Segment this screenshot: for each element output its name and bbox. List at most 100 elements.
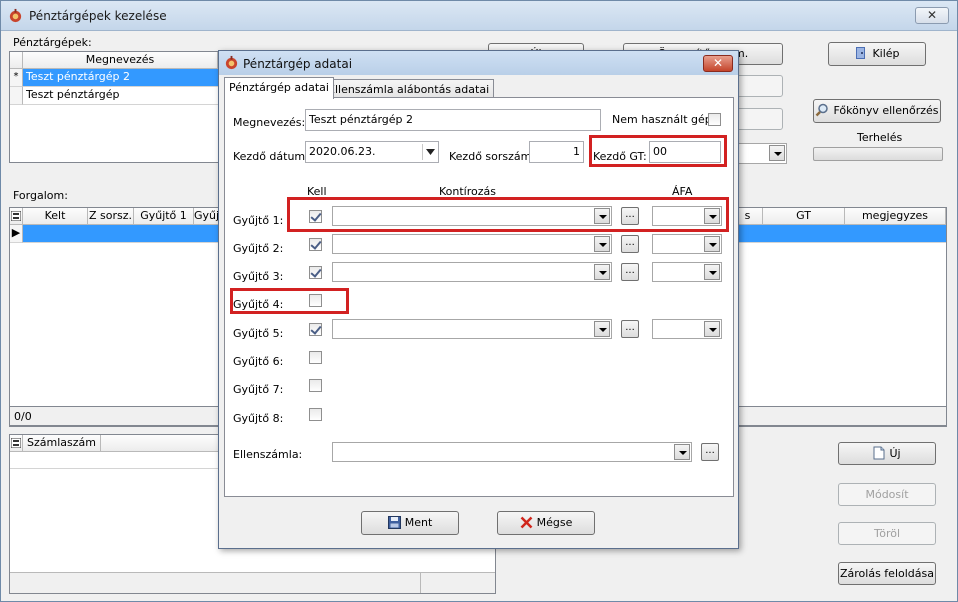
dialog-close-button[interactable]: ✕	[703, 55, 733, 72]
collector-2-checkbox[interactable]	[309, 238, 322, 251]
collector-4-checkbox[interactable]	[309, 294, 322, 307]
row-indicator	[10, 87, 23, 105]
register-details-dialog: Pénztárgép adatai ✕ Pénztárgép adatai El…	[218, 50, 739, 549]
modify-button[interactable]: Módosít	[838, 483, 936, 506]
collector-3-vat-combo[interactable]	[652, 262, 722, 282]
registers-row-2[interactable]: Teszt pénztárgép	[23, 87, 218, 105]
start-date-label: Kezdő dátum:	[233, 150, 309, 163]
new-invoice-button[interactable]: Új	[838, 442, 936, 465]
collector-1-ellipsis-button[interactable]: ...	[621, 207, 639, 225]
exit-button[interactable]: Kilép	[828, 42, 926, 66]
collector-1-checkbox[interactable]	[309, 210, 322, 223]
counter-account-combo[interactable]	[332, 442, 692, 462]
start-date-input[interactable]: 2020.06.23.	[305, 141, 439, 163]
ledger-check-button[interactable]: Főkönyv ellenőrzés	[813, 99, 941, 123]
col-megjegyzes[interactable]: megjegyzes	[845, 208, 946, 225]
collector-1-label: Gyűjtő 1:	[233, 214, 284, 227]
collector-7-checkbox[interactable]	[309, 379, 322, 392]
app-icon	[9, 8, 22, 23]
red-x-icon	[520, 516, 533, 529]
collector-3-label: Gyűjtő 3:	[233, 270, 284, 283]
collector-5-checkbox[interactable]	[309, 323, 322, 336]
registers-grid[interactable]: Megnevezés * Teszt pénztárgép 2 Teszt pé…	[9, 51, 219, 163]
magnifier-icon	[816, 103, 829, 117]
separator	[230, 432, 728, 433]
col-z-sorsz[interactable]: Z sorsz.	[88, 208, 134, 225]
counter-account-label: Ellenszámla:	[233, 448, 303, 461]
name-label: Megnevezés:	[233, 116, 306, 129]
chevron-down-icon[interactable]	[594, 208, 610, 224]
unlock-button[interactable]: Zárolás feloldása	[838, 562, 936, 585]
chevron-down-icon[interactable]	[704, 236, 720, 252]
collector-5-label: Gyűjtő 5:	[233, 327, 284, 340]
chevron-down-icon[interactable]	[594, 321, 610, 337]
delete-button[interactable]: Töröl	[838, 522, 936, 545]
collector-8-checkbox[interactable]	[309, 408, 322, 421]
collector-1-vat-combo[interactable]	[652, 206, 722, 226]
collector-2-ellipsis-button[interactable]: ...	[621, 235, 639, 253]
col-gt[interactable]: GT	[763, 208, 845, 225]
col-kelt[interactable]: Kelt	[23, 208, 88, 225]
chevron-down-icon[interactable]	[769, 145, 785, 161]
collector-4-label: Gyűjtő 4:	[233, 298, 284, 311]
collector-3-ellipsis-button[interactable]: ...	[621, 263, 639, 281]
row-indicator: *	[10, 69, 23, 87]
collector-3-account-combo[interactable]	[332, 262, 612, 282]
new-document-icon	[873, 446, 885, 460]
grid-corner	[10, 52, 23, 69]
cancel-button[interactable]: Mégse	[497, 511, 595, 535]
invoice-footer	[10, 572, 495, 593]
grid-settings-icon[interactable]	[10, 435, 23, 452]
collector-5-vat-combo[interactable]	[652, 319, 722, 339]
unused-checkbox[interactable]	[708, 113, 721, 126]
col-afa-label: ÁFA	[672, 185, 693, 198]
grid-settings-icon[interactable]	[10, 208, 23, 225]
col-gyujto-1[interactable]: Gyűjtő 1	[134, 208, 194, 225]
app-icon	[225, 55, 238, 70]
tab-page: Megnevezés: Teszt pénztárgép 2 Nem haszn…	[224, 97, 734, 497]
registers-row-1[interactable]: Teszt pénztárgép 2	[23, 69, 218, 87]
traffic-label: Forgalom:	[13, 189, 68, 202]
collector-5-ellipsis-button[interactable]: ...	[621, 320, 639, 338]
collector-3-checkbox[interactable]	[309, 266, 322, 279]
chevron-down-icon[interactable]	[594, 236, 610, 252]
collector-7-label: Gyűjtő 7:	[233, 383, 284, 396]
col-szamlaszam[interactable]: Számlaszám	[23, 435, 101, 452]
collector-2-vat-combo[interactable]	[652, 234, 722, 254]
unused-label: Nem használt gép:	[612, 113, 716, 126]
main-titlebar: Pénztárgépek kezelése ✕	[1, 1, 957, 31]
dialog-title: Pénztárgép adatai	[243, 57, 353, 71]
start-gt-label: Kezdő GT:	[593, 150, 647, 163]
main-close-button[interactable]: ✕	[915, 7, 949, 24]
col-kell-label: Kell	[307, 185, 327, 198]
collector-2-account-combo[interactable]	[332, 234, 612, 254]
registers-col-header[interactable]: Megnevezés	[23, 52, 218, 69]
chevron-down-icon[interactable]	[674, 444, 690, 460]
chevron-down-icon[interactable]	[426, 149, 435, 155]
tab-register-details[interactable]: Pénztárgép adatai	[224, 77, 334, 99]
collector-5-account-combo[interactable]	[332, 319, 612, 339]
name-input[interactable]: Teszt pénztárgép 2	[305, 109, 601, 131]
invoice-row[interactable]	[10, 452, 221, 469]
debit-progress-bar	[813, 147, 943, 161]
save-button[interactable]: Ment	[361, 511, 459, 535]
registers-label: Pénztárgépek:	[13, 36, 92, 49]
tab-counter-account-breakdown[interactable]: Ellenszámla alábontás adatai	[323, 79, 495, 99]
chevron-down-icon[interactable]	[704, 321, 720, 337]
col-empty[interactable]	[101, 435, 221, 452]
floppy-disk-icon	[387, 516, 401, 529]
debit-label: Terhelés	[857, 131, 903, 144]
collector-6-label: Gyűjtő 6:	[233, 355, 284, 368]
chevron-down-icon[interactable]	[704, 208, 720, 224]
start-serial-input[interactable]: 1	[529, 141, 584, 163]
col-kontirozas-label: Kontírozás	[439, 185, 496, 198]
counter-account-ellipsis-button[interactable]: ...	[701, 443, 719, 461]
collector-2-label: Gyűjtő 2:	[233, 242, 284, 255]
collector-6-checkbox[interactable]	[309, 351, 322, 364]
chevron-down-icon[interactable]	[594, 264, 610, 280]
collector-8-label: Gyűjtő 8:	[233, 412, 284, 425]
start-gt-input[interactable]: 00	[649, 141, 721, 163]
current-row-arrow-icon: ▶	[10, 225, 23, 243]
collector-1-account-combo[interactable]	[332, 206, 612, 226]
chevron-down-icon[interactable]	[704, 264, 720, 280]
